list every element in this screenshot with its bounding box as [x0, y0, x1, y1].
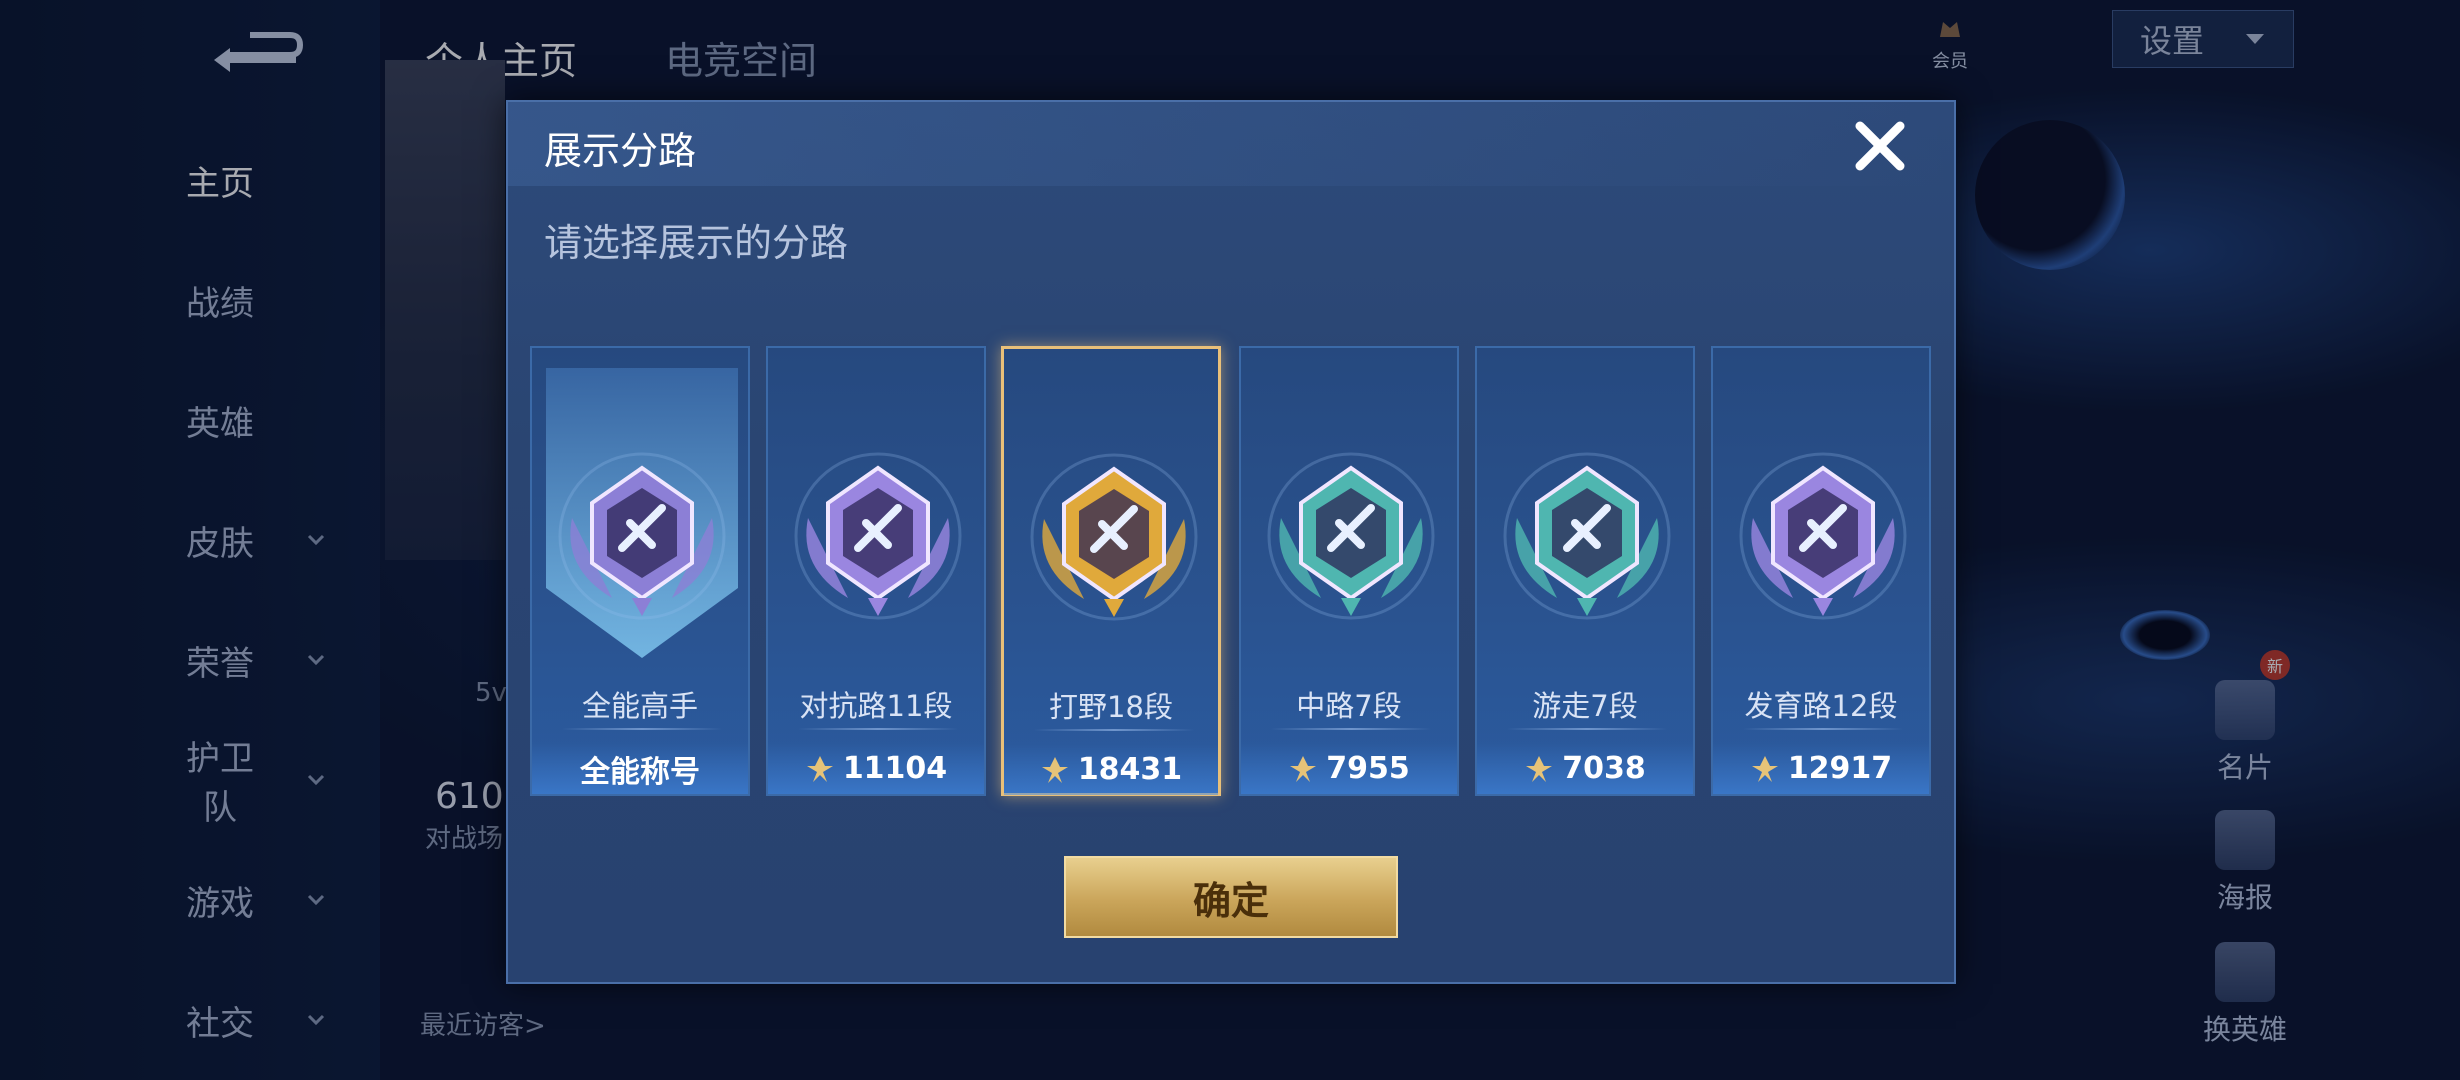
lane-card-footer-text: 7955: [1326, 751, 1410, 786]
battle-power-icon: [1751, 755, 1778, 782]
mid-lane-badge: [1267, 452, 1435, 620]
display-lane-modal: 展示分路 请选择展示的分路 全能高手 全能称号 对抗路11段 11104 打野18段 18…: [506, 100, 1956, 984]
lane-card-footer: 全能称号: [532, 743, 748, 794]
battle-power-icon: [1041, 756, 1068, 783]
battle-power-icon: [1290, 755, 1317, 782]
lane-card-name: 中路7段: [1296, 689, 1402, 723]
lane-card-name: 打野18段: [1049, 690, 1173, 724]
clash-lane-badge: [794, 452, 962, 620]
lane-card[interactable]: 游走7段 7038: [1475, 346, 1695, 796]
lane-card-footer-text: 11104: [842, 751, 948, 786]
lane-card-name: 发育路12段: [1744, 689, 1898, 723]
lane-card[interactable]: 打野18段 18431: [1001, 346, 1221, 796]
confirm-button[interactable]: 确定: [1064, 856, 1398, 938]
roam-badge: [1503, 452, 1671, 620]
lane-card[interactable]: 中路7段 7955: [1239, 346, 1459, 796]
lane-card-footer: 7955: [1241, 743, 1457, 794]
lane-card-footer: 12917: [1713, 743, 1929, 794]
battle-power-icon: [1526, 755, 1553, 782]
modal-subtitle: 请选择展示的分路: [544, 221, 849, 265]
lane-card[interactable]: 发育路12段 12917: [1711, 346, 1931, 796]
lane-card-footer: 7038: [1477, 743, 1693, 794]
lane-card-footer-text: 18431: [1077, 752, 1183, 787]
card-divider: [1507, 728, 1667, 730]
battle-power-icon: [806, 755, 833, 782]
lane-card-footer-text: 7038: [1562, 751, 1646, 786]
modal-title: 展示分路: [544, 129, 697, 173]
card-divider: [798, 728, 958, 730]
lane-card-footer: 18431: [1004, 744, 1218, 795]
lane-card-name: 游走7段: [1532, 689, 1638, 723]
farm-lane-badge: [1739, 452, 1907, 620]
lane-card-name: 全能高手: [581, 689, 698, 723]
lane-card[interactable]: 对抗路11段 11104: [766, 346, 986, 796]
lane-card-name: 对抗路11段: [799, 689, 953, 723]
lane-card-footer-text: 12917: [1787, 751, 1893, 786]
modal-header: [508, 102, 1954, 186]
lane-card-footer-text: 全能称号: [580, 754, 700, 790]
card-divider: [562, 728, 722, 730]
card-divider: [1743, 728, 1903, 730]
card-divider: [1034, 729, 1194, 731]
lane-card[interactable]: 全能高手 全能称号: [530, 346, 750, 796]
card-divider: [1271, 728, 1431, 730]
close-icon[interactable]: [1848, 114, 1912, 178]
all-round-badge: [558, 452, 726, 620]
lane-card-footer: 11104: [768, 743, 984, 794]
jungle-badge: [1030, 453, 1198, 621]
